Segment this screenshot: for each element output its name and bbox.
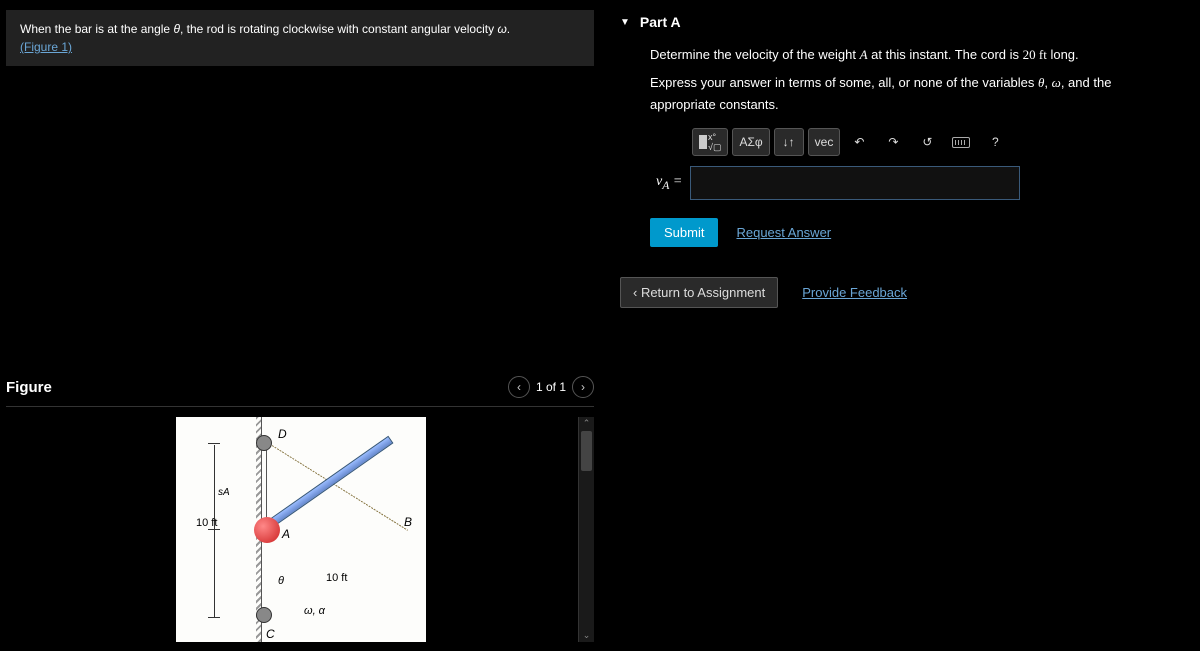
- label-theta: θ: [278, 575, 284, 587]
- problem-statement: When the bar is at the angle θ, the rod …: [6, 10, 594, 66]
- question-line-2: Express your answer in terms of some, al…: [650, 72, 1180, 116]
- label-10ft-a: 10 ft: [196, 517, 217, 529]
- var-a: A: [860, 47, 868, 62]
- answer-label: vA =: [650, 174, 682, 192]
- equation-toolbar: x°√▢ ΑΣφ ↓↑ vec ↶ ↷ ↺ ?: [692, 128, 1180, 156]
- vec-button[interactable]: vec: [808, 128, 841, 156]
- label-sa: sA: [218, 487, 230, 498]
- problem-text-1: When the bar is at the angle: [20, 22, 173, 36]
- keyboard-button[interactable]: [946, 128, 976, 156]
- figure-scrollbar[interactable]: ⌃ ⌄: [578, 417, 594, 642]
- answer-input[interactable]: [690, 166, 1020, 200]
- greek-button[interactable]: ΑΣφ: [732, 128, 769, 156]
- keyboard-icon: [952, 137, 970, 148]
- request-answer-link[interactable]: Request Answer: [736, 225, 831, 240]
- provide-feedback-link[interactable]: Provide Feedback: [802, 285, 907, 300]
- scroll-down-icon: ⌄: [579, 630, 594, 641]
- cord-length: 20 ft: [1023, 47, 1047, 62]
- label-a: A: [282, 527, 290, 541]
- submit-button[interactable]: Submit: [650, 218, 718, 247]
- figure-diagram: D B A C sA 10 ft 10 ft θ ω, α: [176, 417, 426, 642]
- question-line-1: Determine the velocity of the weight A a…: [650, 44, 1180, 66]
- undo-button[interactable]: ↶: [844, 128, 874, 156]
- figure-title: Figure: [6, 379, 52, 396]
- scroll-up-icon: ⌃: [579, 418, 594, 429]
- help-button[interactable]: ?: [980, 128, 1010, 156]
- figure-pager-text: 1 of 1: [536, 380, 566, 394]
- problem-text-2: , the rod is rotating clockwise with con…: [180, 22, 497, 36]
- figure-next-button[interactable]: ›: [572, 376, 594, 398]
- return-button[interactable]: ‹ Return to Assignment: [620, 277, 778, 308]
- subscript-button[interactable]: ↓↑: [774, 128, 804, 156]
- redo-button[interactable]: ↷: [878, 128, 908, 156]
- omega-symbol: ω: [497, 22, 506, 36]
- scroll-thumb[interactable]: [581, 431, 592, 471]
- label-d: D: [278, 427, 287, 441]
- templates-button[interactable]: x°√▢: [692, 128, 728, 156]
- problem-text-3: .: [507, 22, 510, 36]
- part-collapse-icon[interactable]: ▼: [620, 17, 630, 28]
- reset-button[interactable]: ↺: [912, 128, 942, 156]
- label-omega-alpha: ω, α: [304, 605, 325, 617]
- label-10ft-b: 10 ft: [326, 572, 347, 584]
- figure-prev-button[interactable]: ‹: [508, 376, 530, 398]
- figure-link[interactable]: (Figure 1): [20, 40, 72, 54]
- label-c: C: [266, 627, 275, 641]
- part-title: Part A: [640, 14, 681, 30]
- label-b: B: [404, 515, 412, 529]
